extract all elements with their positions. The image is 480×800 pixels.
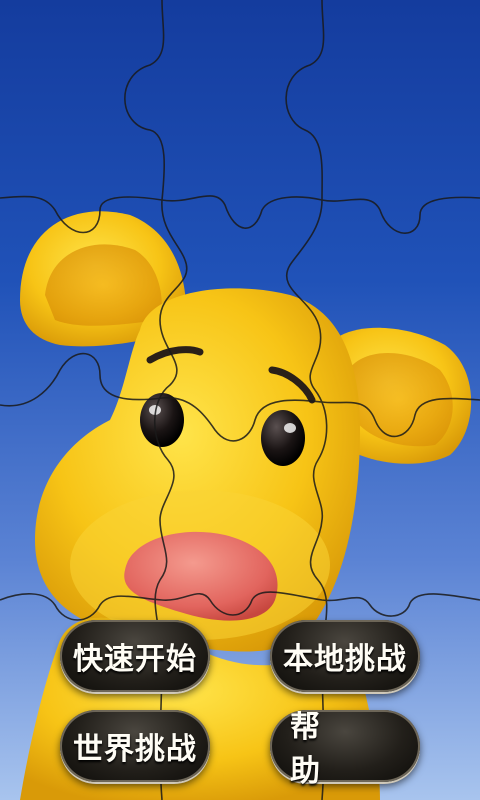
world-challenge-button[interactable]: 世界挑战	[60, 710, 210, 782]
help-label: 帮 助	[290, 710, 340, 789]
help-button[interactable]: 帮 助	[270, 710, 420, 789]
world-challenge-label: 世界挑战	[73, 732, 197, 767]
quick-start-button[interactable]: 快速开始	[60, 620, 210, 692]
local-challenge-button[interactable]: 本地挑战	[270, 620, 420, 692]
quick-start-label: 快速开始	[73, 642, 197, 677]
local-challenge-label: 本地挑战	[283, 642, 407, 677]
game-main-menu: 快速开始 本地挑战 世界挑战 帮 助	[0, 0, 480, 800]
